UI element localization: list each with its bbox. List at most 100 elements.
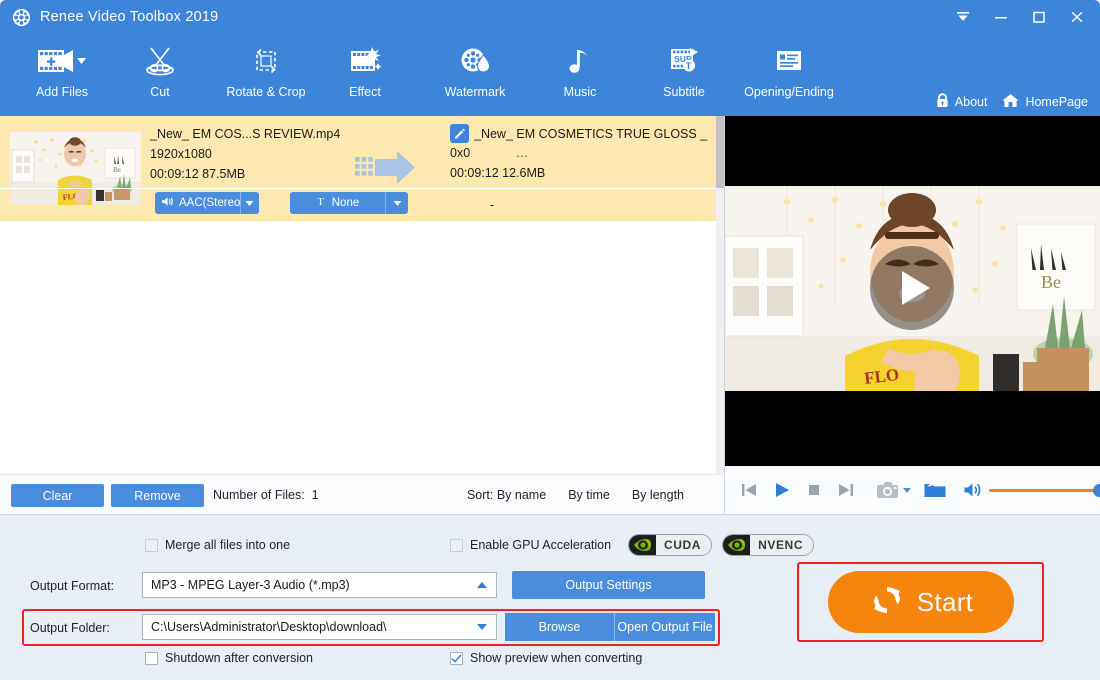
chevron-down-icon[interactable] bbox=[241, 192, 259, 214]
home-icon bbox=[1001, 92, 1020, 112]
film-reel-icon bbox=[12, 8, 31, 27]
toolbar-item-label: Music bbox=[564, 85, 597, 99]
output-folder-value: C:\Users\Administrator\Desktop\download\ bbox=[151, 620, 387, 634]
volume-knob[interactable] bbox=[1093, 484, 1100, 497]
player-controls bbox=[725, 466, 1100, 514]
close-button[interactable] bbox=[1058, 0, 1096, 34]
pencil-edit-icon[interactable] bbox=[450, 124, 469, 143]
toolbar-item-subtitle[interactable]: SUB T Subtitle bbox=[648, 40, 720, 114]
scrollbar-thumb[interactable] bbox=[716, 116, 724, 188]
volume-button[interactable] bbox=[963, 481, 983, 499]
play-button[interactable] bbox=[772, 480, 792, 500]
sort-option-by-name[interactable]: By name bbox=[497, 488, 546, 502]
homepage-link[interactable]: HomePage bbox=[1001, 92, 1088, 112]
sort-option-by-time[interactable]: By time bbox=[568, 488, 610, 502]
cuda-badge: CUDA bbox=[628, 534, 712, 556]
text-t-icon: T bbox=[316, 196, 327, 210]
svg-text:T: T bbox=[317, 197, 324, 207]
sort-option-by-length[interactable]: By length bbox=[632, 488, 684, 502]
subtitle-track-main[interactable]: T None bbox=[290, 192, 386, 214]
show-preview-checkbox[interactable]: Show preview when converting bbox=[450, 651, 642, 665]
number-of-files: Number of Files: 1 bbox=[213, 488, 319, 502]
browse-button[interactable]: Browse bbox=[505, 613, 615, 641]
window-controls bbox=[944, 0, 1096, 34]
collapse-ribbon-button[interactable] bbox=[944, 0, 982, 34]
svg-text:Be: Be bbox=[1041, 272, 1061, 292]
triangle-up-icon[interactable] bbox=[476, 578, 488, 592]
chevron-down-icon[interactable] bbox=[386, 192, 408, 214]
row-extra-value: - bbox=[490, 198, 494, 212]
music-note-icon bbox=[563, 40, 597, 82]
next-button[interactable] bbox=[836, 480, 856, 500]
start-label: Start bbox=[917, 587, 973, 618]
output-folder-input[interactable]: C:\Users\Administrator\Desktop\download\ bbox=[142, 614, 497, 640]
output-settings-button[interactable]: Output Settings bbox=[512, 571, 705, 599]
main-toolbar: Add Files Cut bbox=[0, 34, 1100, 116]
audio-track-dropdown[interactable]: AAC(Stereo 4 bbox=[155, 192, 259, 214]
clear-button[interactable]: Clear bbox=[11, 484, 104, 507]
subtitle-track-dropdown[interactable]: T None bbox=[290, 192, 408, 214]
gpu-acceleration-checkbox[interactable]: Enable GPU Acceleration bbox=[450, 538, 611, 552]
app-window: Renee Video Toolbox 2019 bbox=[0, 0, 1100, 680]
toolbar-item-cut[interactable]: Cut bbox=[125, 40, 195, 114]
stop-button[interactable] bbox=[806, 482, 822, 498]
checkbox-box[interactable] bbox=[450, 539, 463, 552]
triangle-down-icon[interactable] bbox=[476, 620, 488, 634]
source-resolution: 1920x1080 bbox=[150, 144, 360, 164]
rotate-crop-icon bbox=[246, 40, 286, 82]
checkbox-box[interactable] bbox=[145, 652, 158, 665]
toolbar-item-watermark[interactable]: Watermark bbox=[432, 40, 518, 114]
toolbar-item-effect[interactable]: Effect bbox=[333, 40, 397, 114]
open-output-file-button[interactable]: Open Output File bbox=[615, 613, 715, 641]
video-preview[interactable]: Be FLO bbox=[725, 116, 1100, 466]
shutdown-after-conversion-checkbox[interactable]: Shutdown after conversion bbox=[145, 651, 313, 665]
source-duration-size: 00:09:12 87.5MB bbox=[150, 164, 360, 184]
opening-ending-icon bbox=[769, 40, 809, 82]
toolbar-item-label: Effect bbox=[349, 85, 381, 99]
output-format-dropdown[interactable]: MP3 - MPEG Layer-3 Audio (*.mp3) bbox=[142, 572, 497, 598]
previous-button[interactable] bbox=[739, 480, 759, 500]
about-label: About bbox=[955, 95, 988, 109]
volume-slider[interactable] bbox=[989, 483, 1100, 497]
destination-file-name: _New_ EM COSMETICS TRUE GLOSS _ l bbox=[474, 127, 710, 141]
destination-duration-size: 00:09:12 12.6MB bbox=[450, 163, 710, 183]
subtitle-sub-t-icon: SUB T bbox=[664, 40, 704, 82]
play-overlay-button[interactable] bbox=[870, 246, 954, 330]
table-row[interactable]: Be FLO bbox=[0, 116, 717, 221]
remove-button[interactable]: Remove bbox=[111, 484, 204, 507]
merge-files-label: Merge all files into one bbox=[165, 538, 290, 552]
sort-by-name[interactable]: Sort: By name bbox=[467, 488, 546, 502]
source-file-info: _New_ EM COS...S REVIEW.mp4 1920x1080 00… bbox=[150, 124, 360, 184]
toolbar-item-music[interactable]: Music bbox=[552, 40, 608, 114]
nvidia-eye-icon bbox=[629, 535, 656, 555]
audio-track-main[interactable]: AAC(Stereo 4 bbox=[155, 192, 241, 214]
snapshot-dropdown[interactable] bbox=[902, 486, 912, 494]
maximize-button[interactable] bbox=[1020, 0, 1058, 34]
title-bar-left: Renee Video Toolbox 2019 bbox=[12, 0, 218, 34]
subtitle-track-label: None bbox=[332, 197, 360, 209]
start-button[interactable]: Start bbox=[828, 571, 1014, 633]
toolbar-item-label: Watermark bbox=[445, 85, 506, 99]
destination-resolution-more[interactable]: … bbox=[516, 146, 530, 160]
open-folder-button[interactable] bbox=[923, 480, 947, 500]
minimize-button[interactable] bbox=[982, 0, 1020, 34]
source-file-name: _New_ EM COS...S REVIEW.mp4 bbox=[150, 124, 360, 144]
toolbar-item-opening-ending[interactable]: Opening/Ending bbox=[729, 40, 849, 114]
scissors-icon bbox=[140, 40, 180, 82]
track-selectors: AAC(Stereo 4 T None bbox=[0, 189, 717, 221]
checkbox-box[interactable] bbox=[145, 539, 158, 552]
file-list-scrollbar[interactable] bbox=[716, 116, 724, 474]
merge-files-checkbox[interactable]: Merge all files into one bbox=[145, 538, 290, 552]
about-link[interactable]: About bbox=[935, 92, 988, 112]
svg-text:Be: Be bbox=[113, 166, 121, 174]
toolbar-item-label: Subtitle bbox=[663, 85, 705, 99]
toolbar-item-rotate-crop[interactable]: Rotate & Crop bbox=[207, 40, 325, 114]
checkbox-box[interactable] bbox=[450, 652, 463, 665]
speaker-icon bbox=[161, 196, 174, 210]
nvenc-badge: NVENC bbox=[722, 534, 814, 556]
volume-track[interactable] bbox=[989, 489, 1100, 492]
toolbar-item-add-files[interactable]: Add Files bbox=[14, 40, 110, 114]
sort-controls: Sort: By name By time By length bbox=[467, 488, 684, 502]
snapshot-button[interactable] bbox=[876, 480, 900, 500]
destination-file-info: _New_ EM COSMETICS TRUE GLOSS _ l 0x0 … … bbox=[450, 124, 710, 183]
